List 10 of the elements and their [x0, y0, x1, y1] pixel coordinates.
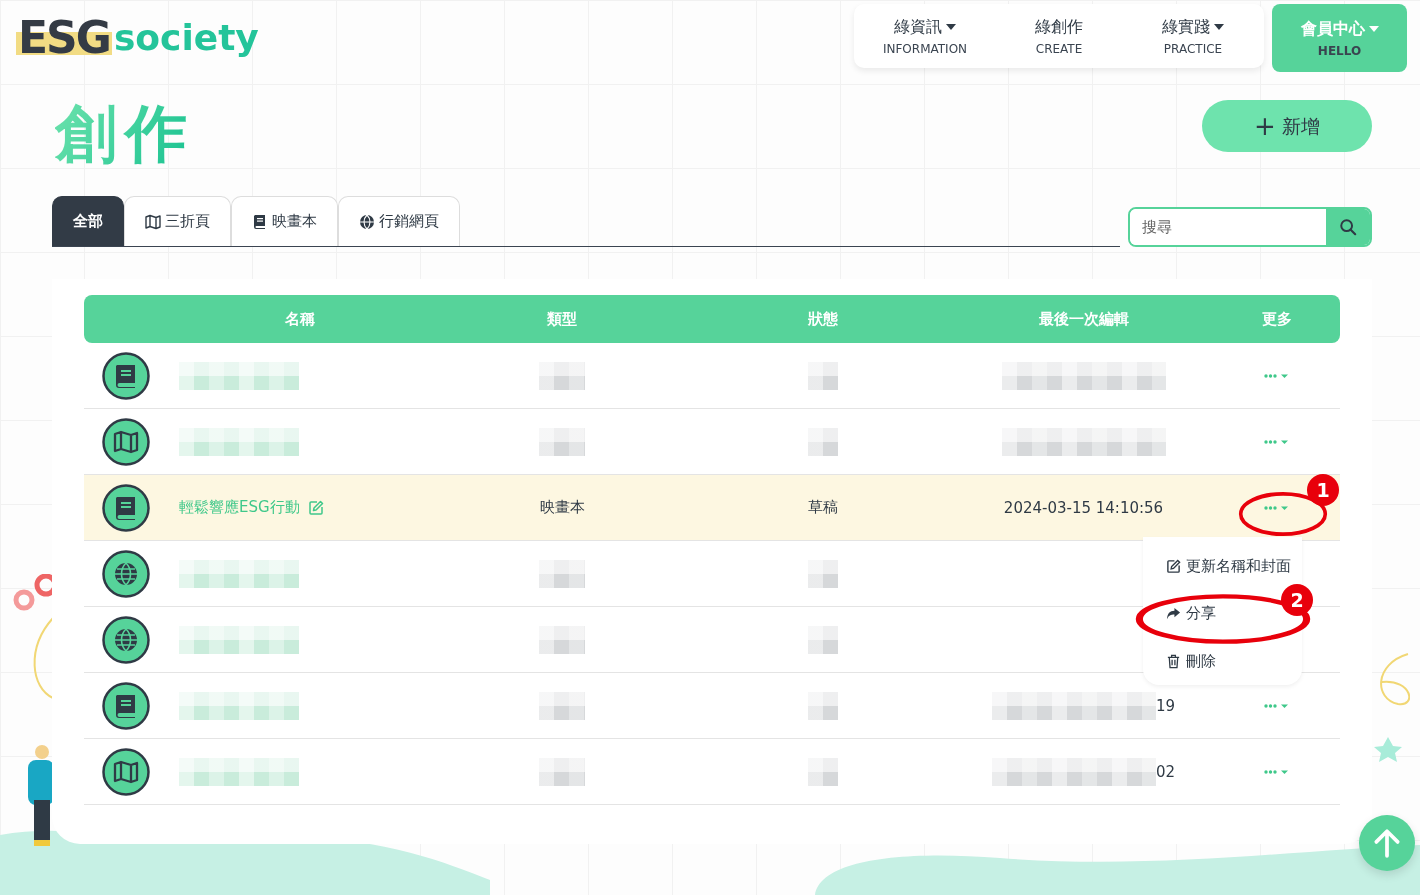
- date-text: 2024-03-15 14:10:56: [1003, 498, 1164, 517]
- column-header: 類型: [546, 309, 578, 329]
- date-text: 02: [1155, 762, 1176, 781]
- column-header: 最後一次編輯: [1037, 309, 1130, 329]
- column-header: 更多: [1261, 309, 1293, 329]
- column-header: 狀態: [806, 309, 839, 329]
- column-header: 名稱: [283, 309, 316, 329]
- type-text: 映畫本: [539, 498, 585, 517]
- date-text: 19: [1155, 696, 1176, 715]
- status-text: 草稿: [807, 498, 838, 517]
